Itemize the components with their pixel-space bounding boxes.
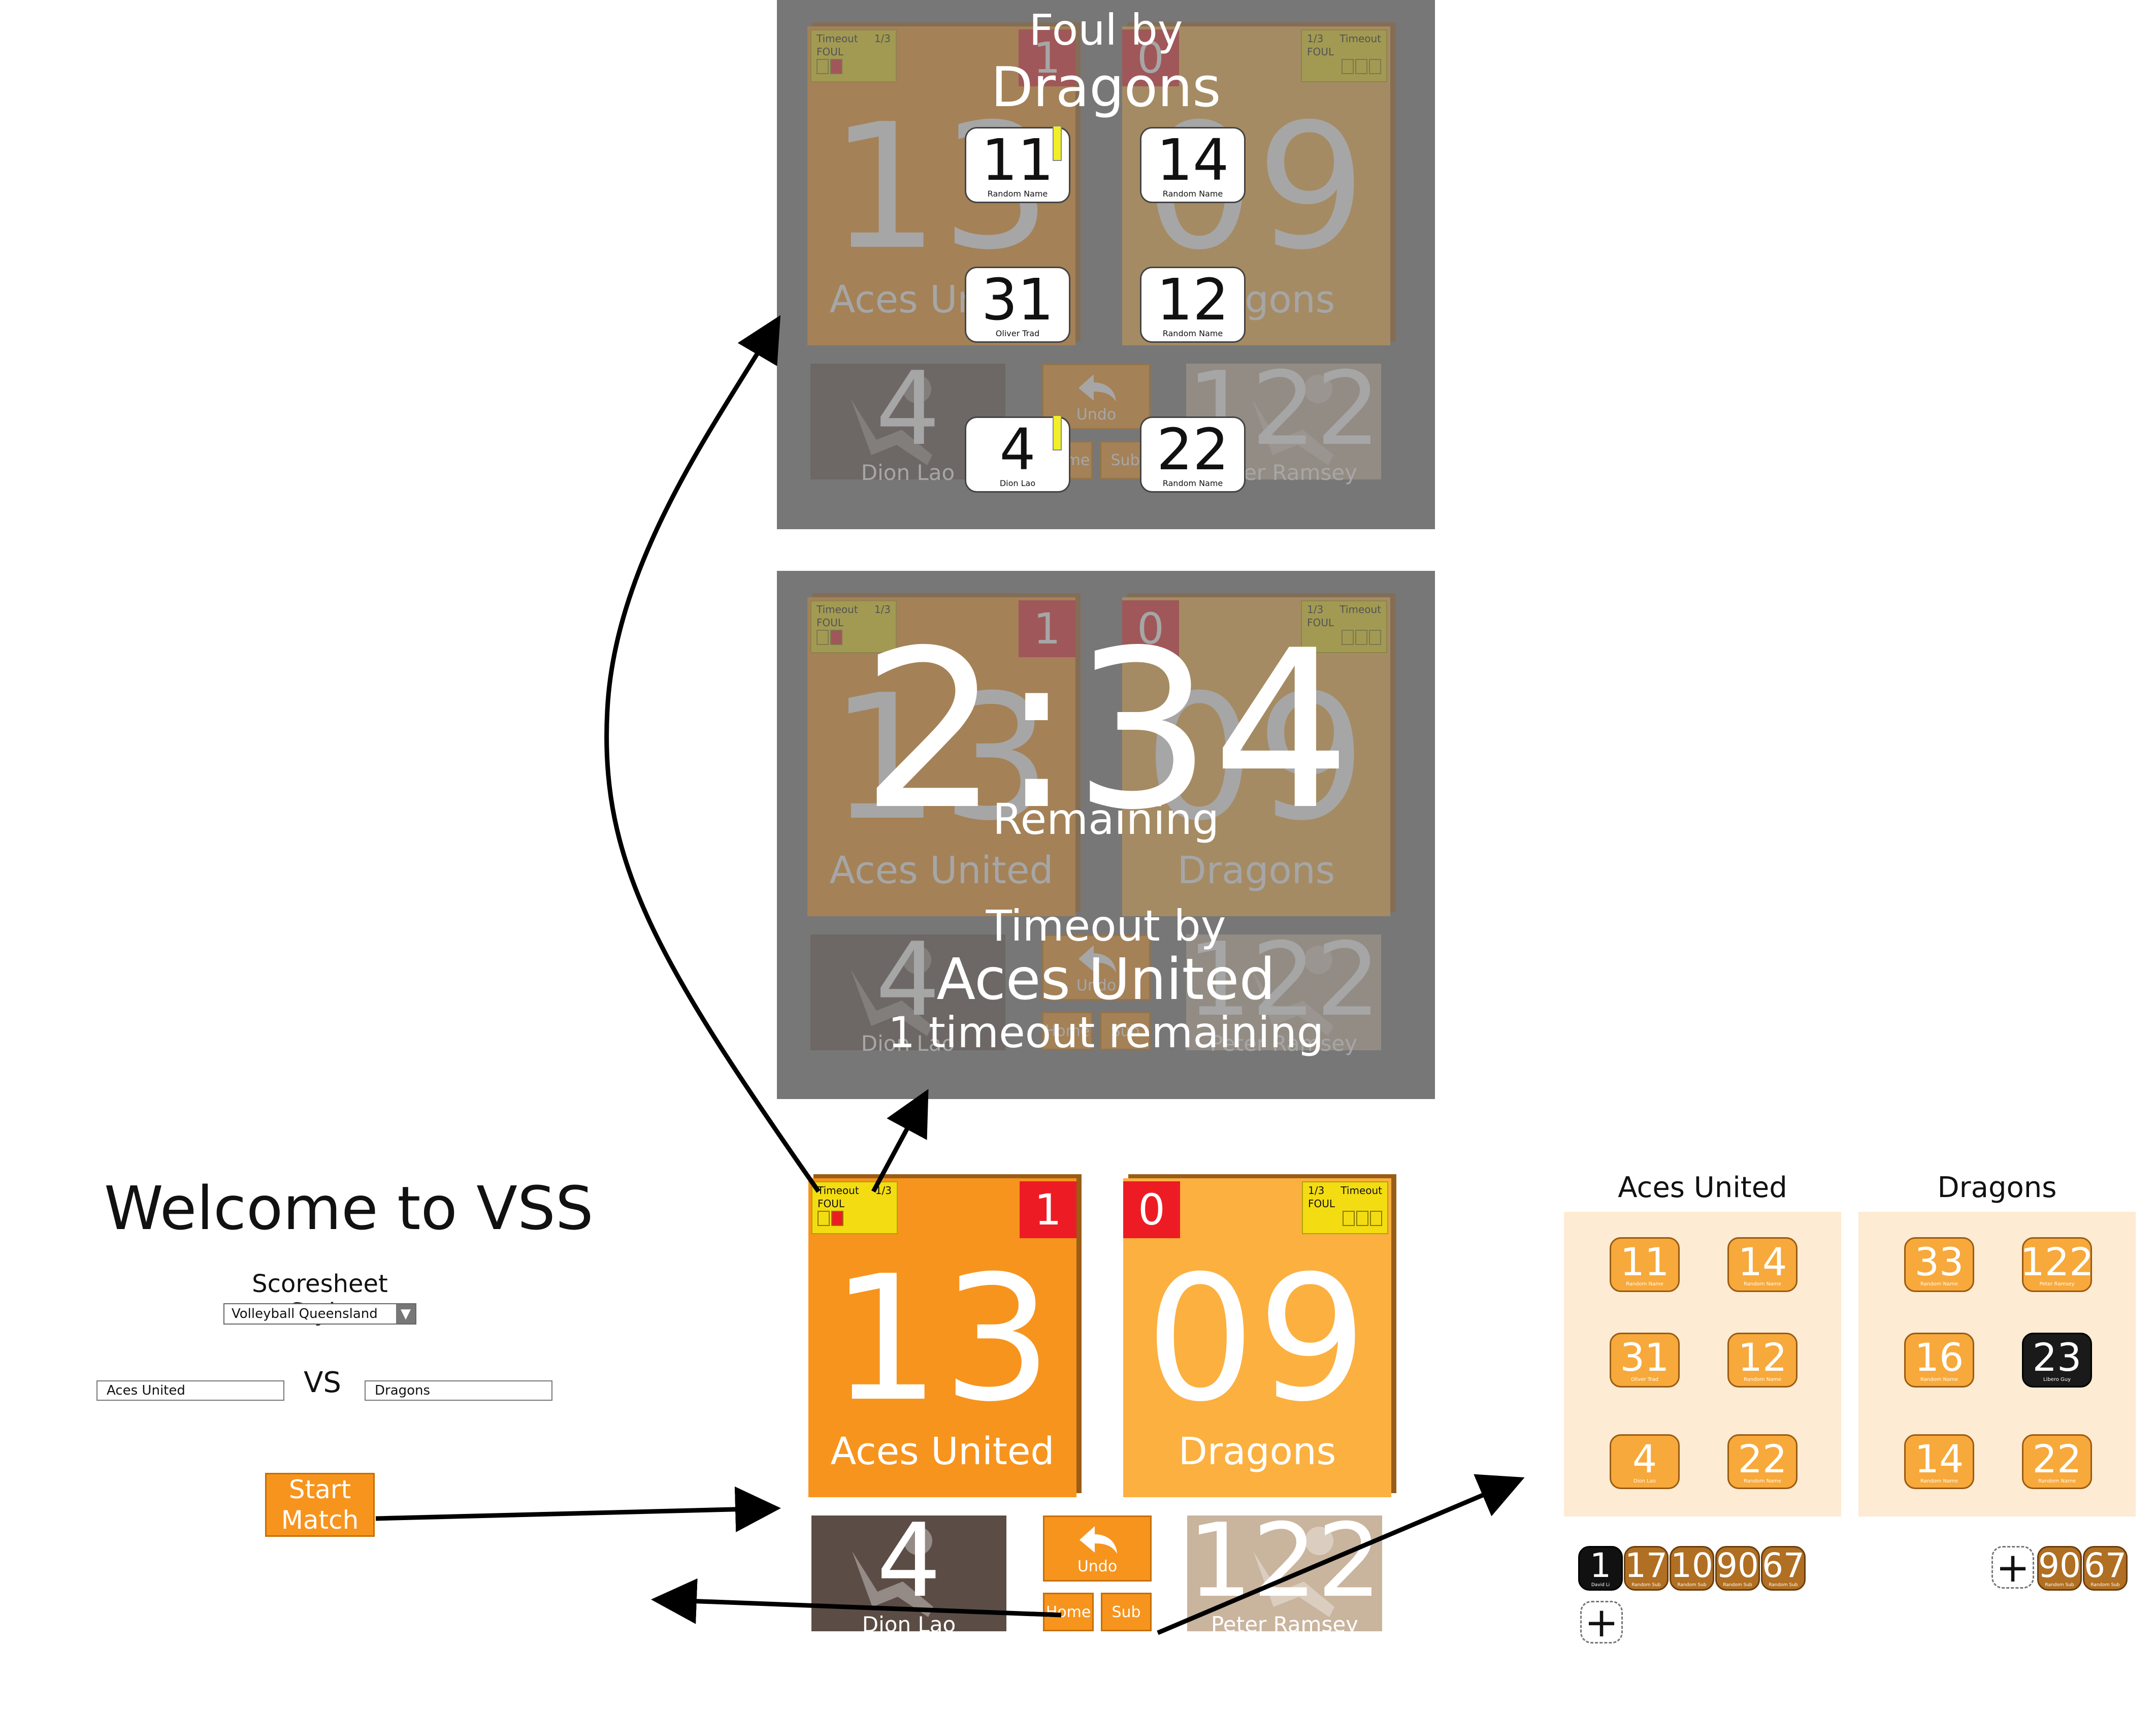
arrow-to-foul-overlay — [604, 315, 821, 1193]
arrow-to-timeout-overlay — [871, 1089, 929, 1193]
arrow-sub-to-panels — [1157, 1474, 1525, 1635]
arrow-start-to-scoreboard — [375, 1486, 781, 1532]
arrow-home-to-welcome — [651, 1578, 1062, 1624]
flow-arrows — [375, 315, 1525, 1635]
